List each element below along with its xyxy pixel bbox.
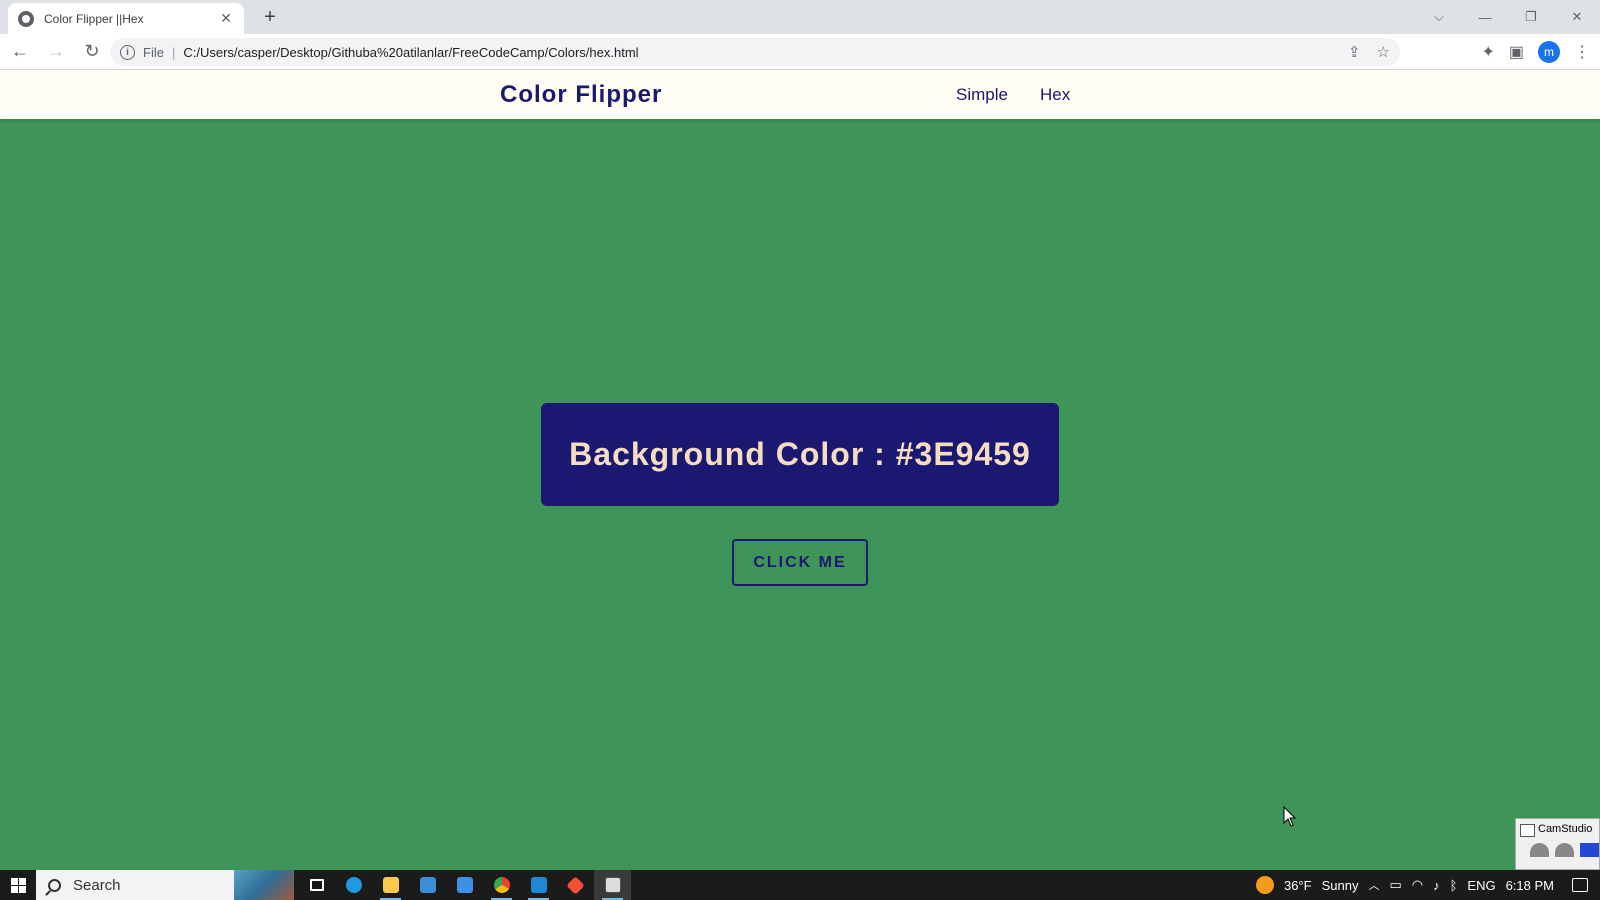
globe-icon <box>18 10 34 27</box>
search-icon <box>48 878 61 892</box>
site-navbar: Color Flipper Simple Hex <box>0 70 1600 119</box>
wifi-icon[interactable]: ◠ <box>1412 877 1423 893</box>
profile-avatar[interactable]: m <box>1538 41 1560 63</box>
weather-temp[interactable]: 36°F <box>1284 878 1312 893</box>
menu-dots-icon[interactable]: ⋮ <box>1574 42 1590 62</box>
weather-sun-icon[interactable] <box>1255 876 1274 894</box>
share-icon[interactable]: ⇪ <box>1348 43 1361 61</box>
record-icon[interactable] <box>1530 843 1549 857</box>
edge-icon[interactable] <box>335 870 372 900</box>
forward-button[interactable]: → <box>40 36 72 68</box>
camstudio-toolbar <box>1516 835 1599 857</box>
git-icon[interactable] <box>557 870 594 900</box>
close-window-icon[interactable]: ✕ <box>1554 9 1600 25</box>
toolbar-actions: ✦ ▣ m ⋮ <box>1481 38 1590 66</box>
restore-icon[interactable]: ❐ <box>1508 9 1554 25</box>
bluetooth-icon[interactable]: ᛒ <box>1450 878 1458 893</box>
language-indicator[interactable]: ENG <box>1467 878 1495 893</box>
info-icon[interactable]: i <box>120 44 135 60</box>
omnibox-actions: ⇪ ☆ <box>1348 43 1390 61</box>
chrome-icon[interactable] <box>483 870 520 900</box>
minimize-icon[interactable]: — <box>1462 10 1508 25</box>
camstudio-window[interactable]: CamStudio <box>1515 818 1600 870</box>
search-label: Search <box>73 876 121 894</box>
nav-link-hex[interactable]: Hex <box>1040 85 1070 105</box>
side-panel-icon[interactable]: ▣ <box>1509 42 1524 62</box>
address-bar[interactable]: i File | C:/Users/casper/Desktop/Githuba… <box>110 38 1400 66</box>
notification-icon[interactable] <box>1572 878 1588 892</box>
extensions-icon[interactable]: ✦ <box>1481 42 1494 62</box>
reload-button[interactable]: ↻ <box>76 36 108 68</box>
new-tab-button[interactable]: + <box>258 4 282 30</box>
nav-link-simple[interactable]: Simple <box>956 85 1008 105</box>
camstudio-title: CamStudio <box>1516 819 1599 837</box>
mail-icon[interactable] <box>446 870 483 900</box>
taskbar-search[interactable]: Search <box>36 870 294 900</box>
windows-logo-icon <box>10 877 26 893</box>
task-view-icon[interactable] <box>298 870 335 900</box>
brand-title: Color Flipper <box>500 81 663 108</box>
pause-icon[interactable] <box>1555 843 1574 857</box>
click-me-button[interactable]: CLICK ME <box>732 539 868 586</box>
stop-icon[interactable] <box>1580 843 1599 857</box>
nav-links: Simple Hex <box>956 85 1070 105</box>
file-explorer-icon[interactable] <box>372 870 409 900</box>
back-button[interactable]: ← <box>4 36 36 68</box>
divider: | <box>171 44 176 60</box>
browser-toolbar: ← → ↻ i File | C:/Users/casper/Desktop/G… <box>0 34 1600 70</box>
weather-text[interactable]: Sunny <box>1322 878 1359 893</box>
bookmark-star-icon[interactable]: ☆ <box>1377 43 1390 61</box>
window-controls: ⌵ — ❐ ✕ <box>1416 0 1600 34</box>
browser-tab[interactable]: Color Flipper ||Hex ✕ <box>8 3 244 34</box>
taskbar-apps <box>298 870 631 900</box>
taskbar: Search 36°F Sunny ︿ ▭ ◠ ♪ ᛒ ENG 6:18 PM <box>0 870 1600 900</box>
url-text[interactable]: C:/Users/casper/Desktop/Githuba%20atilan… <box>183 45 638 60</box>
browser-tab-strip: Color Flipper ||Hex ✕ + ⌵ — ❐ ✕ <box>0 0 1600 34</box>
vscode-icon[interactable] <box>520 870 557 900</box>
tab-search-icon[interactable]: ⌵ <box>1416 9 1462 25</box>
volume-icon[interactable]: ♪ <box>1433 878 1440 893</box>
mouse-cursor-icon <box>1283 806 1297 827</box>
store-icon[interactable] <box>409 870 446 900</box>
clock[interactable]: 6:18 PM <box>1506 878 1554 893</box>
scheme-label: File <box>143 44 164 60</box>
camstudio-taskbar-icon[interactable] <box>594 870 631 900</box>
color-display-box: Background Color : #3E9459 <box>541 403 1059 506</box>
system-tray: 36°F Sunny ︿ ▭ ◠ ♪ ᛒ ENG 6:18 PM <box>1255 876 1600 894</box>
tray-chevron-icon[interactable]: ︿ <box>1368 877 1379 893</box>
close-tab-icon[interactable]: ✕ <box>218 10 234 27</box>
search-highlight-image <box>234 870 294 900</box>
meet-icon[interactable]: ▭ <box>1389 877 1401 893</box>
tab-title: Color Flipper ||Hex <box>44 11 144 26</box>
start-button[interactable] <box>0 870 36 900</box>
background-color-label: Background Color : #3E9459 <box>569 436 1031 472</box>
